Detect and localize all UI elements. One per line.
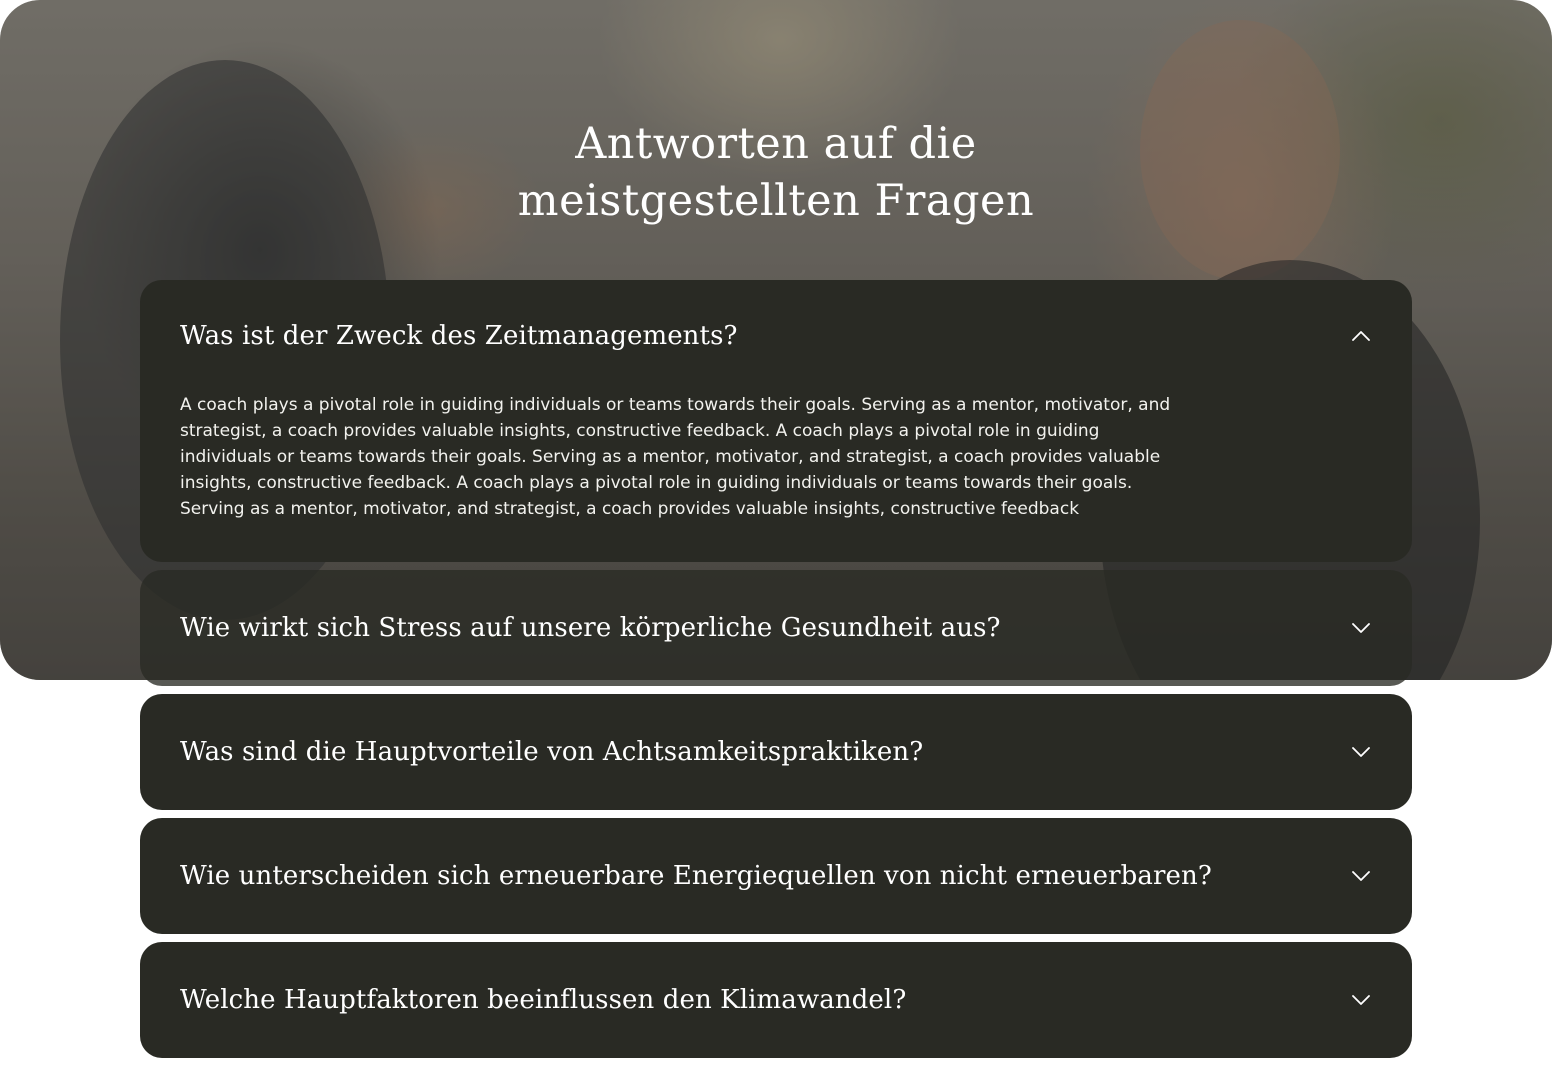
- chevron-up-icon[interactable]: [1350, 325, 1372, 347]
- chevron-down-icon[interactable]: [1350, 865, 1372, 887]
- faq-answer: A coach plays a pivotal role in guiding …: [180, 395, 1171, 519]
- faq-toggle[interactable]: Wie unterscheiden sich erneuerbare Energ…: [140, 818, 1412, 934]
- faq-toggle[interactable]: Welche Hauptfaktoren beeinflussen den Kl…: [140, 942, 1412, 1058]
- faq-question: Welche Hauptfaktoren beeinflussen den Kl…: [180, 985, 907, 1015]
- faq-question: Was sind die Hauptvorteile von Achtsamke…: [180, 737, 924, 767]
- faq-toggle[interactable]: Wie wirkt sich Stress auf unsere körperl…: [140, 570, 1412, 686]
- faq-accordion: Was ist der Zweck des Zeitmanagements? A…: [140, 280, 1412, 1066]
- page-title-line-1: Antworten auf die: [575, 119, 977, 169]
- chevron-down-icon[interactable]: [1350, 741, 1372, 763]
- faq-item: Was sind die Hauptvorteile von Achtsamke…: [140, 694, 1412, 810]
- chevron-down-icon[interactable]: [1350, 617, 1372, 639]
- faq-item: Wie wirkt sich Stress auf unsere körperl…: [140, 570, 1412, 686]
- faq-toggle[interactable]: Was ist der Zweck des Zeitmanagements?: [140, 280, 1412, 392]
- faq-question: Wie wirkt sich Stress auf unsere körperl…: [180, 613, 1001, 643]
- faq-question: Was ist der Zweck des Zeitmanagements?: [180, 321, 738, 351]
- faq-item: Was ist der Zweck des Zeitmanagements? A…: [140, 280, 1412, 562]
- page-title: Antworten auf die meistgestellten Fragen: [0, 116, 1552, 230]
- faq-toggle[interactable]: Was sind die Hauptvorteile von Achtsamke…: [140, 694, 1412, 810]
- faq-question: Wie unterscheiden sich erneuerbare Energ…: [180, 861, 1212, 891]
- faq-item: Wie unterscheiden sich erneuerbare Energ…: [140, 818, 1412, 934]
- faq-item: Welche Hauptfaktoren beeinflussen den Kl…: [140, 942, 1412, 1058]
- chevron-down-icon[interactable]: [1350, 989, 1372, 1011]
- page-title-line-2: meistgestellten Fragen: [517, 176, 1035, 226]
